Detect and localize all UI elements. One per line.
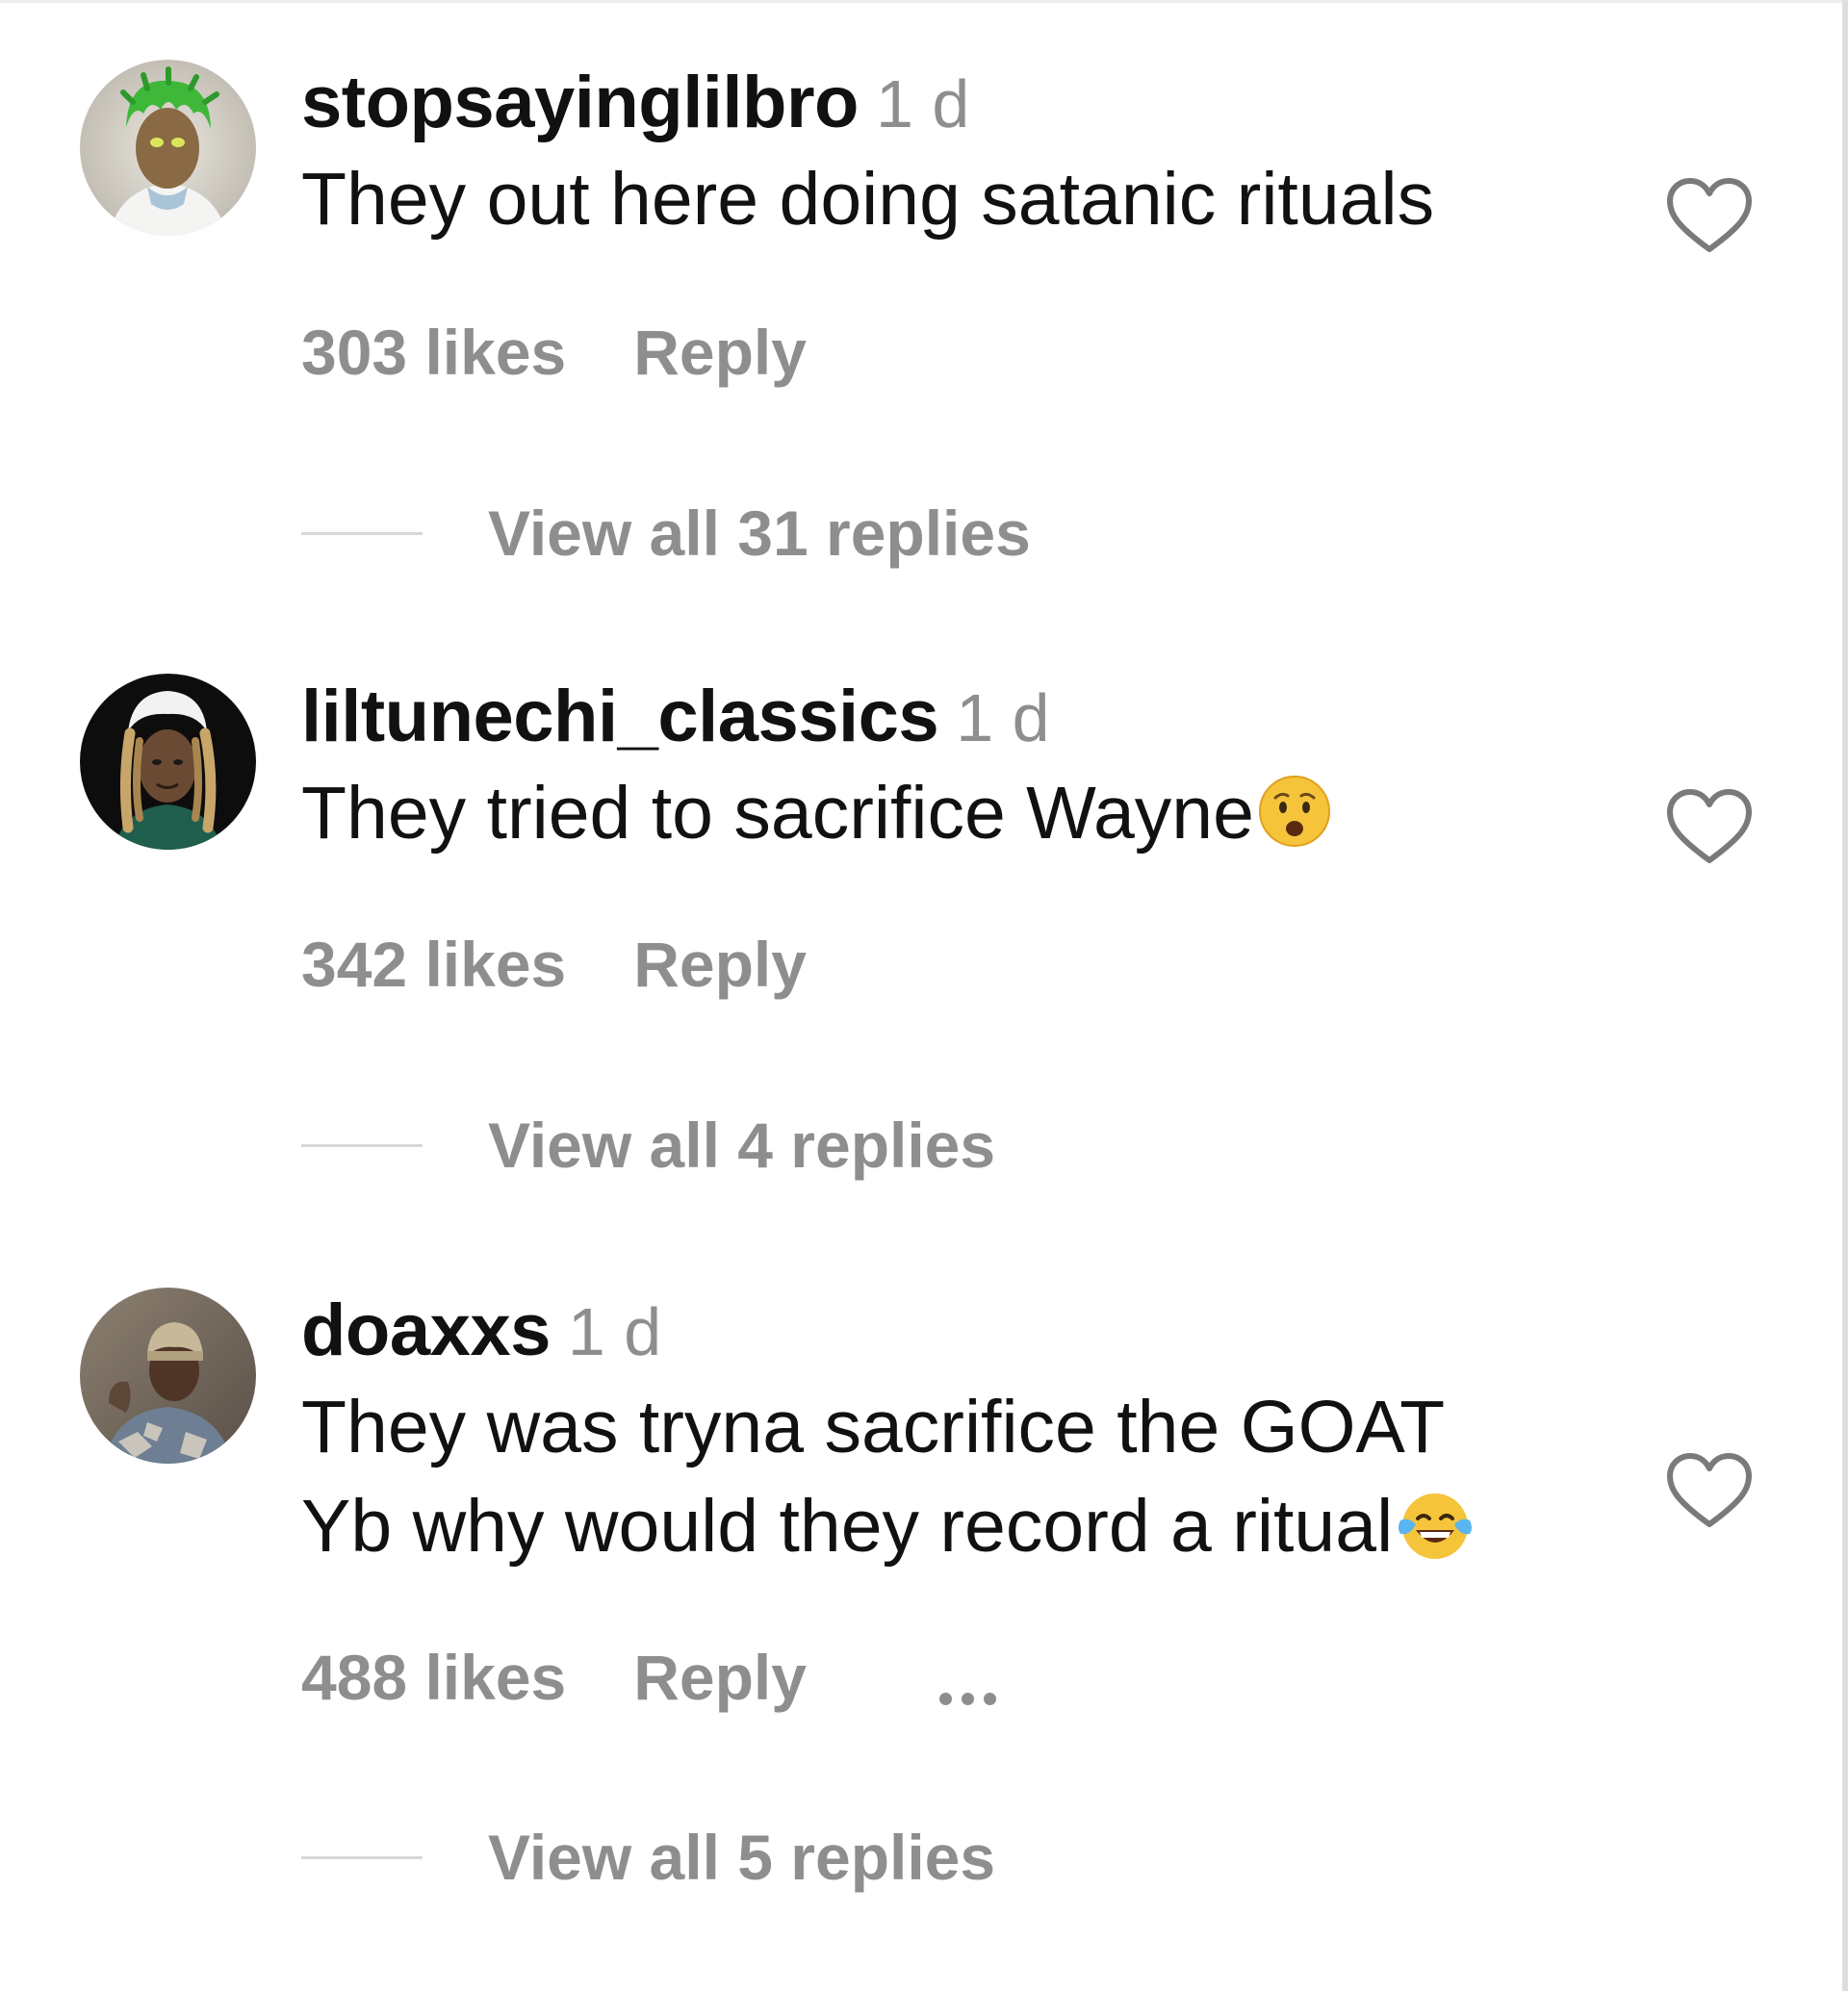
comment-text-line: Yb why would they record a ritual bbox=[301, 1485, 1394, 1568]
view-replies-label: View all 4 replies bbox=[488, 1110, 996, 1181]
heart-icon[interactable] bbox=[1666, 178, 1753, 255]
comment-meta: 303 likes Reply bbox=[301, 314, 807, 391]
comment-text-line-with-emoji: Yb why would they record a ritual bbox=[301, 1477, 1727, 1576]
ellipsis-icon[interactable] bbox=[938, 1645, 1006, 1722]
reply-button[interactable]: Reply bbox=[633, 929, 807, 1000]
avatar[interactable] bbox=[80, 1288, 256, 1464]
avatar[interactable] bbox=[80, 674, 256, 850]
comment-text: They was tryna sacrifice the GOAT Yb why… bbox=[301, 1378, 1727, 1576]
top-border bbox=[0, 0, 1848, 3]
right-border bbox=[1842, 0, 1848, 1991]
comment-header: liltunechi_classics 1 d bbox=[301, 674, 1727, 760]
comment-header: stopsayinglilbro 1 d bbox=[301, 60, 1727, 146]
heart-icon[interactable] bbox=[1666, 1453, 1753, 1530]
comment-body: stopsayinglilbro 1 d They out here doing … bbox=[301, 60, 1727, 249]
view-replies-button[interactable]: View all 5 replies bbox=[301, 1819, 995, 1896]
ellipsis-dot bbox=[983, 1692, 996, 1705]
comment-text: They out here doing satanic rituals bbox=[301, 158, 1435, 241]
username[interactable]: liltunechi_classics bbox=[301, 676, 939, 757]
reply-button[interactable]: Reply bbox=[633, 1642, 807, 1713]
tears-of-joy-emoji bbox=[1399, 1493, 1473, 1559]
replies-divider-line bbox=[301, 1855, 423, 1859]
view-replies-button[interactable]: View all 31 replies bbox=[301, 495, 1031, 572]
ellipsis-dot bbox=[961, 1692, 974, 1705]
avatar[interactable] bbox=[80, 60, 256, 236]
heart-icon[interactable] bbox=[1666, 789, 1753, 866]
view-replies-label: View all 31 replies bbox=[488, 498, 1031, 569]
ellipsis-dot bbox=[938, 1692, 952, 1705]
comment-meta: 342 likes Reply bbox=[301, 926, 807, 1003]
likes-count[interactable]: 342 likes bbox=[301, 929, 566, 1000]
comment-text-content: They tried to sacrifice Wayne bbox=[301, 772, 1254, 855]
comment-text-line: They was tryna sacrifice the GOAT bbox=[301, 1386, 1446, 1468]
comment-meta: 488 likes Reply bbox=[301, 1639, 1006, 1716]
likes-count[interactable]: 488 likes bbox=[301, 1642, 566, 1713]
reply-button[interactable]: Reply bbox=[633, 317, 807, 388]
timestamp[interactable]: 1 d bbox=[876, 66, 969, 141]
comment-body: liltunechi_classics 1 d They tried to sac… bbox=[301, 674, 1727, 863]
view-replies-label: View all 5 replies bbox=[488, 1822, 996, 1893]
likes-count[interactable]: 303 likes bbox=[301, 317, 566, 388]
anguished-face-emoji bbox=[1258, 776, 1330, 847]
timestamp[interactable]: 1 d bbox=[956, 680, 1049, 755]
comment-body: doaxxs 1 d They was tryna sacrifice the G… bbox=[301, 1288, 1727, 1576]
replies-divider-line bbox=[301, 531, 423, 535]
username[interactable]: doaxxs bbox=[301, 1289, 551, 1371]
comment-text: They tried to sacrifice Wayne bbox=[301, 764, 1727, 863]
comment-header: doaxxs 1 d bbox=[301, 1288, 1727, 1374]
view-replies-button[interactable]: View all 4 replies bbox=[301, 1107, 995, 1184]
replies-divider-line bbox=[301, 1143, 423, 1147]
timestamp[interactable]: 1 d bbox=[568, 1294, 661, 1369]
username[interactable]: stopsayinglilbro bbox=[301, 62, 859, 143]
